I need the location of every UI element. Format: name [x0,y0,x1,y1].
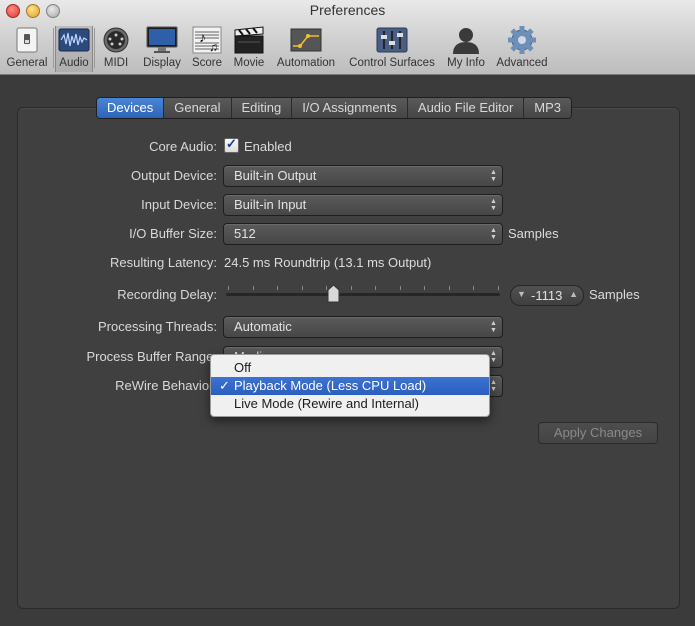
output-device-value: Built-in Output [234,168,317,183]
toolbar-advanced[interactable]: Advanced [494,26,550,72]
core-audio-enabled-checkbox[interactable]: ✓ [224,136,239,153]
monitor-icon [146,26,178,54]
updown-arrows-icon: ▲ ▼ [490,198,497,212]
decrement-arrow-icon[interactable]: ▼ [517,289,526,299]
midi-connector-icon [100,26,132,54]
output-device-popup[interactable]: Built-in Output ▲ ▼ [223,165,503,187]
apply-changes-button[interactable]: Apply Changes [538,422,658,444]
recording-delay-label: Recording Delay: [117,287,217,302]
input-device-popup[interactable]: Built-in Input ▲ ▼ [223,194,503,216]
toolbar-midi[interactable]: MIDI [97,26,135,72]
toolbar-control-surfaces[interactable]: Control Surfaces [345,26,439,72]
increment-arrow-icon[interactable]: ▲ [569,289,578,299]
tab-devices[interactable]: Devices [97,98,164,118]
buffer-size-popup[interactable]: 512 ▲ ▼ [223,223,503,245]
latency-value: 24.5 ms Roundtrip (13.1 ms Output) [224,255,432,270]
tab-editing[interactable]: Editing [230,98,292,118]
waveform-icon [58,26,90,54]
slider-tick [399,286,401,290]
rewire-behavior-menu: Off ✓ Playback Mode (Less CPU Load) Live… [210,354,490,417]
slider-tick [252,286,254,290]
clapperboard-icon [233,26,265,54]
tab-mp3[interactable]: MP3 [523,98,572,118]
tab-bar: Devices General Editing I/O Assignments … [96,97,573,119]
slider-tick [375,286,376,290]
menu-item-off[interactable]: Off [211,359,489,377]
user-silhouette-icon [450,26,482,54]
slider-tick [277,286,278,290]
slider-tick [473,286,474,290]
core-audio-enabled-label: Enabled [244,139,292,154]
slider-tick [301,286,303,290]
toolbar-audio[interactable]: Audio [55,26,93,72]
buffer-size-unit: Samples [508,226,559,241]
tab-general[interactable]: General [163,98,231,118]
recording-delay-stepper[interactable]: ▼ -1113 ▲ [510,285,584,306]
gear-icon [506,26,538,54]
slider-tick [497,286,499,290]
buffer-size-label: I/O Buffer Size: [129,226,217,241]
updown-arrows-icon: ▲ ▼ [490,379,497,393]
latency-label: Resulting Latency: [110,255,217,270]
slider-tick [228,286,229,290]
window-title: Preferences [309,2,386,18]
toolbar-display[interactable]: Display [140,26,184,72]
automation-curve-icon [290,26,322,54]
recording-delay-slider[interactable] [226,293,500,296]
slider-tick [448,286,450,290]
updown-arrows-icon: ▲ ▼ [490,320,497,334]
checkmark-icon: ✓ [219,378,230,393]
checkmark-icon: ✓ [226,136,237,151]
toolbar-general[interactable]: General [4,26,50,72]
toolbar-movie[interactable]: Movie [230,26,268,72]
processing-threads-value: Automatic [234,319,292,334]
core-audio-label: Core Audio: [149,139,217,154]
process-buffer-range-label: Process Buffer Range: [86,349,217,364]
tab-audio-file-editor[interactable]: Audio File Editor [406,98,524,118]
menu-item-live-mode[interactable]: Live Mode (Rewire and Internal) [211,395,489,413]
updown-arrows-icon: ▲ ▼ [490,169,497,183]
svg-text:♫: ♫ [209,40,218,54]
svg-text:♪: ♪ [199,29,206,45]
toolbar-my-info[interactable]: My Info [444,26,488,72]
music-score-icon: ♪ ♫ [191,26,223,54]
faders-icon [376,26,408,54]
recording-delay-value: -1113 [531,288,563,303]
toolbar-score[interactable]: ♪ ♫ Score [189,26,225,72]
input-device-label: Input Device: [141,197,217,212]
processing-threads-popup[interactable]: Automatic ▲ ▼ [223,316,503,338]
rewire-behavior-label: ReWire Behavior: [115,378,217,393]
output-device-label: Output Device: [131,168,217,183]
buffer-size-value: 512 [234,226,256,241]
updown-arrows-icon: ▲ ▼ [490,350,497,364]
title-bar: Preferences General Audio MIDI Display ♪… [0,0,695,75]
recording-delay-unit: Samples [589,287,640,302]
preferences-window: Preferences General Audio MIDI Display ♪… [0,0,695,626]
input-device-value: Built-in Input [234,197,307,212]
slider-tick [350,286,352,290]
processing-threads-label: Processing Threads: [98,319,217,334]
slider-tick [424,286,425,290]
toolbar-divider [94,28,95,68]
tab-io-assignments[interactable]: I/O Assignments [291,98,407,118]
menu-item-playback-mode[interactable]: ✓ Playback Mode (Less CPU Load) [211,377,489,395]
switch-icon [11,26,43,54]
toolbar-automation[interactable]: Automation [272,26,340,72]
toolbar-divider [53,28,54,68]
updown-arrows-icon: ▲ ▼ [490,227,497,241]
recording-delay-slider-knob[interactable] [327,284,340,303]
